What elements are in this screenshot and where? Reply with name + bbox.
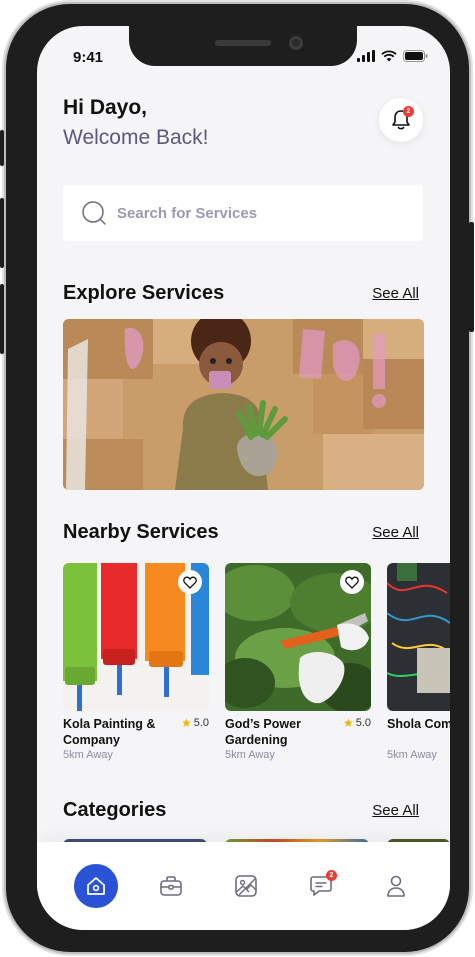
nav-profile[interactable] bbox=[374, 864, 418, 908]
home-icon bbox=[87, 877, 105, 895]
volume-up-button bbox=[0, 198, 4, 268]
nav-gallery[interactable] bbox=[224, 864, 268, 908]
service-card-painting[interactable]: Kola Painting & Company ★ 5.0 5km Away bbox=[63, 563, 209, 761]
volume-down-button bbox=[0, 284, 4, 354]
status-time: 9:41 bbox=[73, 49, 104, 66]
wifi-icon bbox=[381, 50, 397, 62]
service-distance: 5km Away bbox=[63, 749, 113, 761]
explore-see-all-link[interactable]: See All bbox=[372, 285, 419, 302]
profile-icon bbox=[387, 875, 405, 897]
gallery-icon bbox=[235, 875, 257, 897]
nav-home[interactable] bbox=[74, 864, 118, 908]
banner-photo bbox=[63, 319, 424, 490]
rating-value: 5.0 bbox=[355, 717, 371, 729]
bottom-navigation: 2 bbox=[37, 842, 450, 930]
service-image-gardening bbox=[225, 563, 371, 711]
welcome-subtitle: Welcome Back! bbox=[63, 126, 209, 149]
nearby-services-title: Nearby Services bbox=[63, 521, 219, 543]
notification-badge: 2 bbox=[403, 106, 414, 117]
categories-title: Categories bbox=[63, 799, 167, 821]
service-distance: 5km Away bbox=[387, 749, 437, 761]
search-bar[interactable]: Search for Services bbox=[63, 185, 423, 241]
service-name: Shola Computer Repairs bbox=[387, 717, 450, 731]
service-distance: 5km Away bbox=[225, 749, 275, 761]
explore-services-title: Explore Services bbox=[63, 282, 225, 304]
star-icon: ★ bbox=[180, 716, 192, 730]
favorite-button[interactable] bbox=[340, 570, 364, 594]
power-button bbox=[469, 222, 474, 332]
heart-icon bbox=[183, 576, 197, 589]
app-screen: 9:41 Hi Dayo, Welcome Back! 2 Search for… bbox=[37, 26, 450, 930]
service-rating: ★ 5.0 bbox=[181, 716, 209, 730]
messages-badge: 2 bbox=[326, 870, 337, 881]
greeting: Hi Dayo, bbox=[63, 96, 148, 119]
service-image-painting bbox=[63, 563, 209, 711]
service-card-computer-repairs[interactable]: Shola Computer Repairs 5km Away bbox=[387, 563, 450, 761]
explore-services-banner[interactable] bbox=[63, 319, 424, 490]
favorite-button[interactable] bbox=[178, 570, 202, 594]
service-name: Kola Painting & Company bbox=[63, 717, 156, 747]
service-image-computer-repairs bbox=[387, 563, 450, 711]
service-name: God’s Power Gardening bbox=[225, 717, 301, 747]
categories-see-all-link[interactable]: See All bbox=[372, 802, 419, 819]
nav-messages[interactable]: 2 bbox=[299, 864, 343, 908]
speaker bbox=[215, 40, 271, 46]
notch bbox=[129, 26, 357, 66]
service-card-gardening[interactable]: God’s Power Gardening ★ 5.0 5km Away bbox=[225, 563, 371, 761]
mute-switch bbox=[0, 130, 4, 166]
nav-services[interactable] bbox=[149, 864, 193, 908]
heart-icon bbox=[345, 576, 359, 589]
service-rating: ★ 5.0 bbox=[343, 716, 371, 730]
rating-value: 5.0 bbox=[193, 717, 209, 729]
front-camera bbox=[289, 36, 303, 50]
phone-frame: 9:41 Hi Dayo, Welcome Back! 2 Search for… bbox=[0, 4, 474, 952]
notifications-button[interactable]: 2 bbox=[379, 98, 423, 142]
signal-icon bbox=[357, 50, 375, 62]
nearby-see-all-link[interactable]: See All bbox=[372, 524, 419, 541]
status-icons bbox=[357, 50, 428, 62]
briefcase-icon bbox=[160, 876, 182, 896]
star-icon: ★ bbox=[342, 716, 354, 730]
battery-icon bbox=[403, 50, 428, 62]
search-placeholder: Search for Services bbox=[117, 204, 258, 222]
search-icon bbox=[81, 200, 107, 226]
